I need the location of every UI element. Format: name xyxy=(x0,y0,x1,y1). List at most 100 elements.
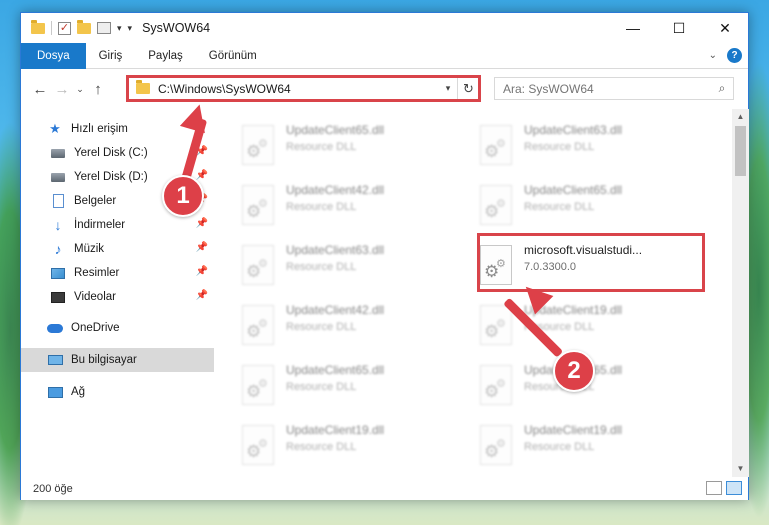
network-icon xyxy=(47,385,63,399)
sidebar-item-pictures[interactable]: Resimler 📌 xyxy=(21,261,214,285)
dll-file-icon xyxy=(242,365,274,405)
scroll-up-icon[interactable]: ▲ xyxy=(732,109,749,125)
file-type: Resource DLL xyxy=(524,141,595,153)
file-tile[interactable]: UpdateClient65.dll Resource DLL xyxy=(242,123,467,169)
sidebar-item-label: OneDrive xyxy=(71,322,120,334)
scroll-thumb[interactable] xyxy=(735,126,746,176)
scroll-down-icon[interactable]: ▼ xyxy=(732,461,749,477)
toolbar-divider xyxy=(51,21,52,35)
downloads-icon: ↓ xyxy=(54,217,62,233)
sidebar-item-label: Videolar xyxy=(74,291,116,303)
tab-dosya[interactable]: Dosya xyxy=(21,42,86,69)
file-list: UpdateClient65.dll Resource DLL UpdateCli… xyxy=(214,109,732,477)
tab-gorunum[interactable]: Görünüm xyxy=(196,43,270,69)
file-tile[interactable]: UpdateClient63.dll Resource DLL xyxy=(242,243,467,289)
documents-icon xyxy=(50,194,66,208)
sidebar-item-videos[interactable]: Videolar 📌 xyxy=(21,285,214,309)
back-button[interactable]: ← xyxy=(29,81,51,98)
view-toggle xyxy=(706,481,742,495)
dll-file-icon xyxy=(242,305,274,345)
file-highlight xyxy=(477,233,705,292)
file-name: UpdateClient63.dll xyxy=(524,123,623,137)
tab-giris[interactable]: Giriş xyxy=(86,43,136,69)
window-controls: — ☐ ✕ xyxy=(610,13,748,43)
drive-icon xyxy=(50,146,66,160)
file-name: UpdateClient42.dll xyxy=(286,303,385,317)
file-tile[interactable]: UpdateClient19.dll Resource DLL xyxy=(242,423,467,469)
file-type: Resource DLL xyxy=(286,201,357,213)
recent-locations-button[interactable]: ⌄ xyxy=(73,84,87,95)
file-tile[interactable]: UpdateClient42.dll Resource DLL xyxy=(242,303,467,349)
file-type: Resource DLL xyxy=(286,141,357,153)
file-name: UpdateClient19.dll xyxy=(524,423,623,437)
file-tile[interactable]: UpdateClient19.dll Resource DLL xyxy=(480,423,705,469)
step-callout-1: 1 xyxy=(162,175,204,217)
minimize-button[interactable]: — xyxy=(610,13,656,43)
step-callout-2: 2 xyxy=(553,350,595,392)
music-icon: ♪ xyxy=(54,241,62,257)
quick-access-toolbar: ✓ ▾ ▾ xyxy=(21,19,133,35)
sidebar-item-label: Hızlı erişim xyxy=(71,123,128,135)
sidebar-item-onedrive[interactable]: OneDrive xyxy=(21,316,214,340)
sidebar-item-this-pc[interactable]: Bu bilgisayar xyxy=(21,348,214,372)
drive-icon xyxy=(50,170,66,184)
file-type: Resource DLL xyxy=(286,321,357,333)
pin-icon: 📌 xyxy=(195,242,208,253)
vertical-scrollbar[interactable]: ▲ ▼ xyxy=(732,109,749,477)
pin-icon: 📌 xyxy=(195,218,208,229)
pin-icon: 📌 xyxy=(195,266,208,277)
search-input[interactable] xyxy=(503,81,711,96)
properties-check-icon[interactable]: ✓ xyxy=(58,21,71,35)
pin-icon: 📌 xyxy=(195,290,208,301)
help-icon[interactable]: ? xyxy=(727,48,742,63)
file-name: UpdateClient19.dll xyxy=(286,423,385,437)
file-tile[interactable]: UpdateClient65.dll Resource DLL xyxy=(242,363,467,409)
sidebar-item-label: Yerel Disk (D:) xyxy=(74,171,148,183)
sidebar-item-label: Resimler xyxy=(74,267,120,279)
large-icons-view-icon[interactable] xyxy=(726,481,742,495)
dll-file-icon xyxy=(480,365,512,405)
folder-icon xyxy=(31,19,45,34)
dll-file-icon xyxy=(242,425,274,465)
search-icon[interactable]: ⌕ xyxy=(711,81,733,96)
dll-file-icon xyxy=(480,425,512,465)
dll-file-icon xyxy=(242,245,274,285)
file-name: UpdateClient65.dll xyxy=(286,363,385,377)
expand-ribbon-icon[interactable]: ⌄ xyxy=(709,50,717,61)
close-button[interactable]: ✕ xyxy=(702,13,748,43)
ribbon-tabs: Dosya Giriş Paylaş Görünüm ⌄ ? xyxy=(21,42,748,69)
up-button[interactable]: ↑ xyxy=(87,81,109,98)
ribbon-right-controls: ⌄ ? xyxy=(709,48,742,63)
new-folder-icon[interactable] xyxy=(77,19,91,34)
file-type: Resource DLL xyxy=(286,381,357,393)
tab-paylas[interactable]: Paylaş xyxy=(135,43,196,69)
forward-button[interactable]: → xyxy=(51,81,73,98)
dll-file-icon xyxy=(480,305,512,345)
file-type: Resource DLL xyxy=(524,441,595,453)
search-box[interactable]: ⌕ xyxy=(494,77,734,100)
chevron-down-icon[interactable]: ▾ xyxy=(117,23,122,34)
sidebar-item-label: Ağ xyxy=(71,386,86,398)
star-icon: ★ xyxy=(49,121,61,136)
dll-file-icon xyxy=(242,125,274,165)
details-view-icon[interactable] xyxy=(706,481,722,495)
file-tile[interactable]: UpdateClient63.dll Resource DLL xyxy=(480,123,705,169)
item-count: 200 öğe xyxy=(33,482,73,495)
file-tile[interactable]: UpdateClient65.dll Resource DLL xyxy=(480,183,705,229)
file-tile[interactable]: UpdateClient42.dll Resource DLL xyxy=(242,183,467,229)
maximize-button[interactable]: ☐ xyxy=(656,13,702,43)
sidebar-item-label: İndirmeler xyxy=(74,219,126,231)
dll-file-icon xyxy=(480,185,512,225)
onedrive-icon xyxy=(47,321,63,335)
address-bar-highlight xyxy=(126,75,481,102)
dll-file-icon xyxy=(480,125,512,165)
customize-toolbar-icon[interactable]: ▾ xyxy=(128,23,133,34)
dll-file-icon xyxy=(242,185,274,225)
sidebar-item-label: Müzik xyxy=(74,243,105,255)
pin-icon: 📌 xyxy=(195,170,208,181)
sidebar-item-network[interactable]: Ağ xyxy=(21,380,214,404)
file-type: Resource DLL xyxy=(286,261,357,273)
this-pc-icon xyxy=(47,353,63,367)
properties-icon[interactable] xyxy=(97,22,111,34)
sidebar-item-music[interactable]: ♪ Müzik 📌 xyxy=(21,237,214,261)
